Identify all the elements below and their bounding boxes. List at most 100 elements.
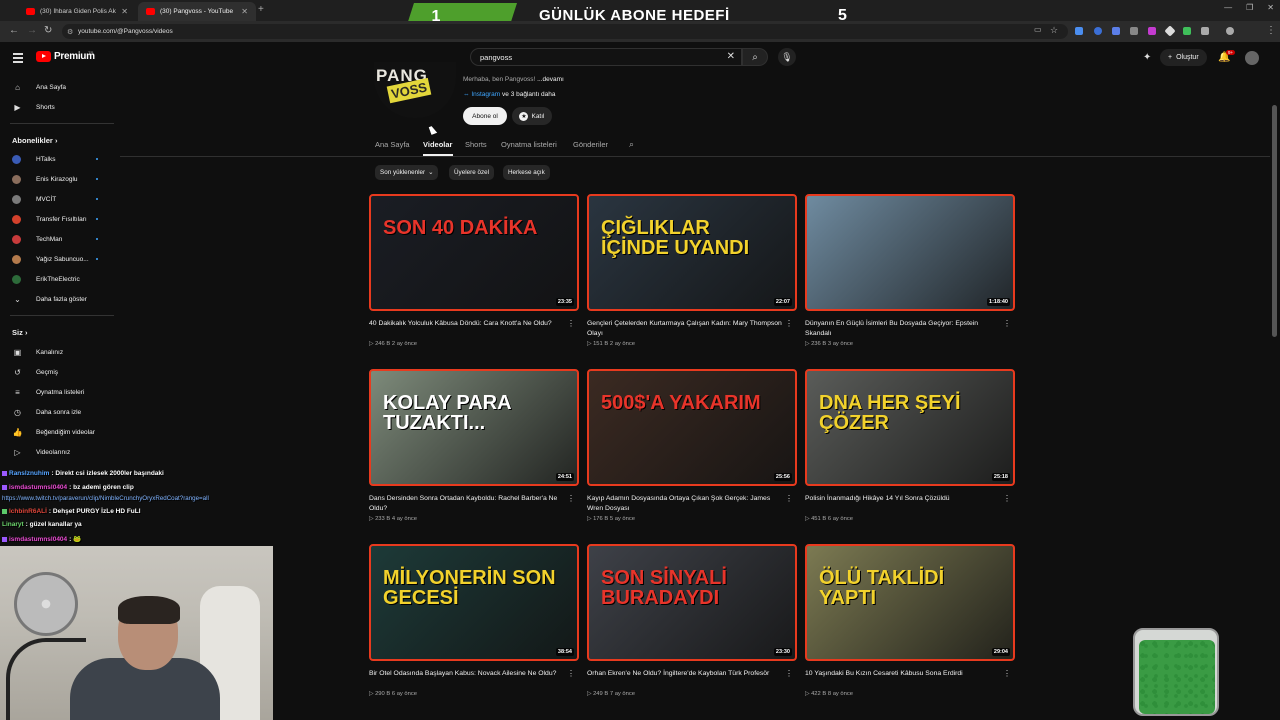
page-scrollbar[interactable] bbox=[1272, 105, 1277, 337]
more-options-icon[interactable]: ⋮ bbox=[567, 669, 575, 678]
extension-icon[interactable] bbox=[1112, 27, 1120, 35]
extension-icon[interactable] bbox=[1183, 27, 1191, 35]
sidebar-sub-enis[interactable]: Enis Kirazoglu bbox=[0, 170, 116, 188]
video-thumbnail[interactable]: MİLYONERİN SON GECESİ 38:54 bbox=[369, 544, 579, 661]
video-thumbnail[interactable]: 1:18:40 bbox=[805, 194, 1015, 311]
account-avatar[interactable] bbox=[1245, 51, 1259, 65]
video-thumbnail[interactable]: ÖLÜ TAKLİDİ YAPTI 29:04 bbox=[805, 544, 1015, 661]
filter-chip-members[interactable]: Üyelere özel bbox=[449, 165, 494, 180]
video-title[interactable]: Orhan Ekren'e Ne Oldu? İngiltere'de Kayb… bbox=[587, 669, 783, 689]
extensions-puzzle-icon[interactable] bbox=[1201, 27, 1209, 35]
channel-search-icon[interactable]: ⌕ bbox=[629, 139, 634, 150]
tab-posts[interactable]: Gönderiler bbox=[573, 140, 608, 149]
more-links-text[interactable]: ve 3 bağlantı daha bbox=[500, 91, 556, 98]
sidebar-sub-yagiz[interactable]: Yağız Sabuncuo... bbox=[0, 250, 116, 268]
more-options-icon[interactable]: ⋮ bbox=[785, 319, 793, 328]
voice-search-button[interactable]: 🎙 bbox=[778, 48, 796, 66]
close-window-icon[interactable]: ✕ bbox=[1267, 3, 1274, 12]
sort-chip-latest[interactable]: Son yüklenenler ⌄ bbox=[375, 165, 439, 180]
minimize-icon[interactable]: — bbox=[1224, 3, 1232, 12]
browser-tab-2[interactable]: (30) Pangvoss - YouTube ✕ bbox=[138, 2, 256, 21]
sidebar-item-liked[interactable]: 👍 Beğendiğim videolar bbox=[0, 423, 116, 441]
forward-icon[interactable]: → bbox=[27, 25, 37, 36]
sidebar-item-playlists[interactable]: ≡ Oynatma listeleri bbox=[0, 383, 116, 401]
video-thumbnail[interactable]: KOLAY PARA TUZAKTI... 24:51 bbox=[369, 369, 579, 486]
close-tab-icon[interactable]: ✕ bbox=[121, 7, 128, 16]
sidebar-sub-htalks[interactable]: HTalks bbox=[0, 150, 116, 168]
you-heading[interactable]: Siz › bbox=[12, 328, 27, 337]
video-title[interactable]: Kayıp Adamın Dosyasında Ortaya Çıkan Şok… bbox=[587, 494, 783, 514]
video-title[interactable]: 40 Dakikalık Yolculuk Kâbusa Döndü: Cara… bbox=[369, 319, 565, 339]
channel-avatar-large[interactable]: PANG VOSS bbox=[374, 62, 456, 118]
hamburger-menu-icon[interactable] bbox=[13, 53, 23, 65]
maximize-icon[interactable]: ❐ bbox=[1246, 3, 1253, 12]
video-thumbnail[interactable]: DNA HER ŞEYİ ÇÖZER 25:18 bbox=[805, 369, 1015, 486]
instagram-link[interactable]: Instagram bbox=[471, 91, 500, 98]
sidebar-sub-mvcit[interactable]: MVCİT bbox=[0, 190, 116, 208]
reload-icon[interactable]: ↻ bbox=[44, 25, 52, 36]
video-card[interactable]: 1:18:40 Dünyanın En Güçlü İsimleri Bu Dos… bbox=[805, 194, 1015, 347]
close-tab-icon[interactable]: ✕ bbox=[241, 7, 248, 16]
tab-home[interactable]: Ana Sayfa bbox=[375, 140, 410, 149]
video-title[interactable]: Polisin İnanmadığı Hikâye 14 Yıl Sonra Ç… bbox=[805, 494, 1001, 514]
profile-icon[interactable] bbox=[1226, 27, 1234, 35]
subscriptions-heading[interactable]: Abonelikler › bbox=[12, 136, 57, 145]
sidebar-item-your-channel[interactable]: ▣ Kanalınız bbox=[0, 343, 116, 361]
site-info-icon[interactable]: ⚙ bbox=[67, 28, 73, 36]
description-more-link[interactable]: ...devamı bbox=[537, 76, 564, 83]
video-card[interactable]: DNA HER ŞEYİ ÇÖZER 25:18 Polisin İnanmadığ… bbox=[805, 369, 1015, 522]
video-title[interactable]: Dünyanın En Güçlü İsimleri Bu Dosyada Ge… bbox=[805, 319, 1001, 339]
back-icon[interactable]: ← bbox=[9, 25, 19, 36]
url-field[interactable]: ⚙ youtube.com/@Pangvoss/videos bbox=[62, 24, 1068, 39]
sidebar-item-shorts[interactable]: ▶ Shorts bbox=[0, 98, 116, 116]
channel-description[interactable]: Merhaba, ben Pangvoss! ...devamı bbox=[463, 76, 564, 83]
tab-playlists[interactable]: Oynatma listeleri bbox=[501, 140, 557, 149]
subscribe-button[interactable]: Abone ol bbox=[463, 107, 507, 125]
video-card[interactable]: ÇIĞLIKLAR İÇİNDE UYANDI 22:07 Gençleri Çet… bbox=[587, 194, 797, 347]
extension-icon[interactable] bbox=[1094, 27, 1102, 35]
browser-tab-1[interactable]: (30) İhbara Giden Polis Akılalmaz... ✕ bbox=[18, 2, 136, 21]
more-options-icon[interactable]: ⋮ bbox=[785, 494, 793, 503]
extension-icon[interactable] bbox=[1075, 27, 1083, 35]
sidebar-item-your-videos[interactable]: ▷ Videolarınız bbox=[0, 443, 116, 461]
video-thumbnail[interactable]: SON SİNYALİ BURADAYDI 23:30 bbox=[587, 544, 797, 661]
video-title[interactable]: Dans Dersinden Sonra Ortadan Kayboldu: R… bbox=[369, 494, 565, 514]
clear-search-icon[interactable]: ✕ bbox=[727, 51, 735, 62]
search-input[interactable]: pangvoss ✕ bbox=[470, 48, 742, 66]
join-button[interactable]: ★ Katıl bbox=[512, 107, 552, 125]
new-tab-icon[interactable]: + bbox=[258, 4, 264, 15]
cast-icon[interactable]: ▭ bbox=[1034, 25, 1042, 34]
sidebar-sub-transfer[interactable]: Transfer Fısıltıları bbox=[0, 210, 116, 228]
sidebar-item-watch-later[interactable]: ◷ Daha sonra izle bbox=[0, 403, 116, 421]
gemini-icon[interactable]: ✦ bbox=[1143, 52, 1151, 63]
browser-menu-icon[interactable]: ⋮ bbox=[1266, 25, 1276, 36]
video-thumbnail[interactable]: SON 40 DAKİKA 23:35 bbox=[369, 194, 579, 311]
extension-icon[interactable] bbox=[1164, 25, 1176, 37]
search-button[interactable]: ⌕ bbox=[742, 48, 768, 66]
sidebar-sub-erik[interactable]: ErikTheElectric bbox=[0, 270, 116, 288]
video-card[interactable]: MİLYONERİN SON GECESİ 38:54 Bir Otel Odası… bbox=[369, 544, 579, 697]
tab-shorts[interactable]: Shorts bbox=[465, 140, 487, 149]
bookmark-star-icon[interactable]: ☆ bbox=[1050, 25, 1058, 36]
chat-link[interactable]: https://www.twitch.tv/paraverun/clip/Nim… bbox=[2, 495, 209, 502]
more-options-icon[interactable]: ⋮ bbox=[1003, 319, 1011, 328]
video-thumbnail[interactable]: 500$'A YAKARIM 25:56 bbox=[587, 369, 797, 486]
video-thumbnail[interactable]: ÇIĞLIKLAR İÇİNDE UYANDI 22:07 bbox=[587, 194, 797, 311]
extension-icon[interactable] bbox=[1130, 27, 1138, 35]
sidebar-item-home[interactable]: ⌂ Ana Sayfa bbox=[0, 78, 116, 96]
sidebar-show-more[interactable]: ⌄ Daha fazla göster bbox=[0, 290, 116, 308]
tab-videos[interactable]: Videolar bbox=[423, 140, 452, 149]
channel-links[interactable]: ⇔ Instagram ve 3 bağlantı daha bbox=[463, 91, 556, 98]
create-button[interactable]: + Oluştur bbox=[1160, 49, 1207, 66]
sidebar-item-history[interactable]: ↺ Geçmiş bbox=[0, 363, 116, 381]
filter-chip-public[interactable]: Herkese açık bbox=[503, 165, 550, 180]
more-options-icon[interactable]: ⋮ bbox=[1003, 494, 1011, 503]
extension-icon[interactable] bbox=[1148, 27, 1156, 35]
more-options-icon[interactable]: ⋮ bbox=[567, 494, 575, 503]
sidebar-sub-techman[interactable]: TechMan bbox=[0, 230, 116, 248]
youtube-premium-logo[interactable]: Premium TR bbox=[36, 50, 95, 62]
more-options-icon[interactable]: ⋮ bbox=[785, 669, 793, 678]
more-options-icon[interactable]: ⋮ bbox=[1003, 669, 1011, 678]
video-card[interactable]: KOLAY PARA TUZAKTI... 24:51 Dans Dersinden… bbox=[369, 369, 579, 522]
video-card[interactable]: SON 40 DAKİKA 23:35 40 Dakikalık Yolculuk … bbox=[369, 194, 579, 347]
